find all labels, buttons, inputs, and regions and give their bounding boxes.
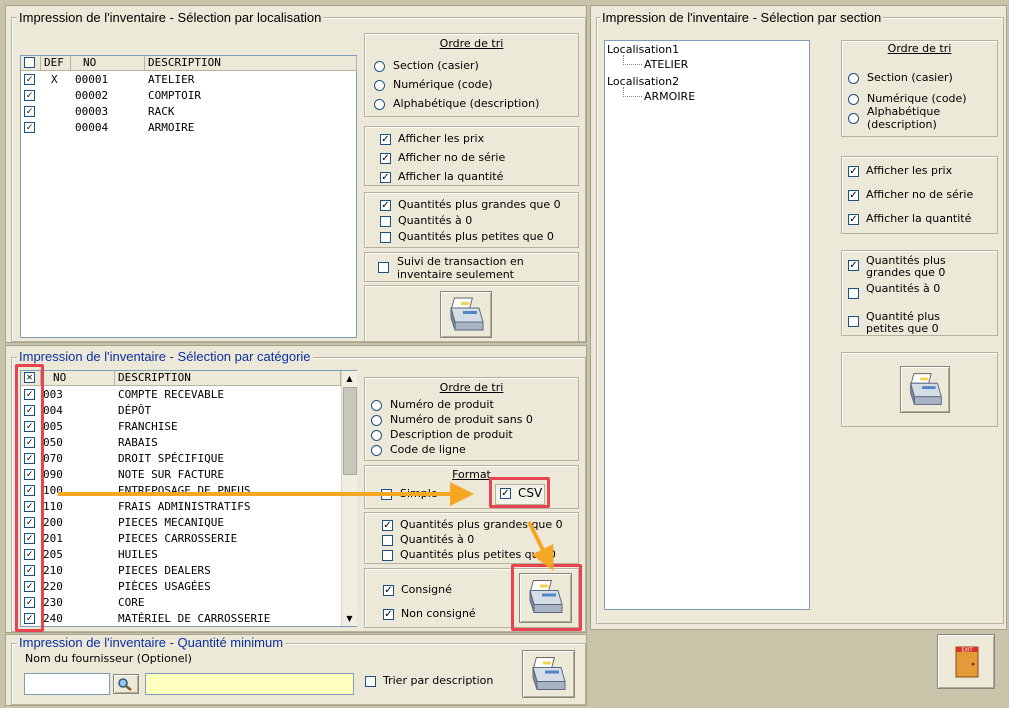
arrow-to-print xyxy=(527,521,554,571)
annotation-arrows xyxy=(58,482,554,571)
